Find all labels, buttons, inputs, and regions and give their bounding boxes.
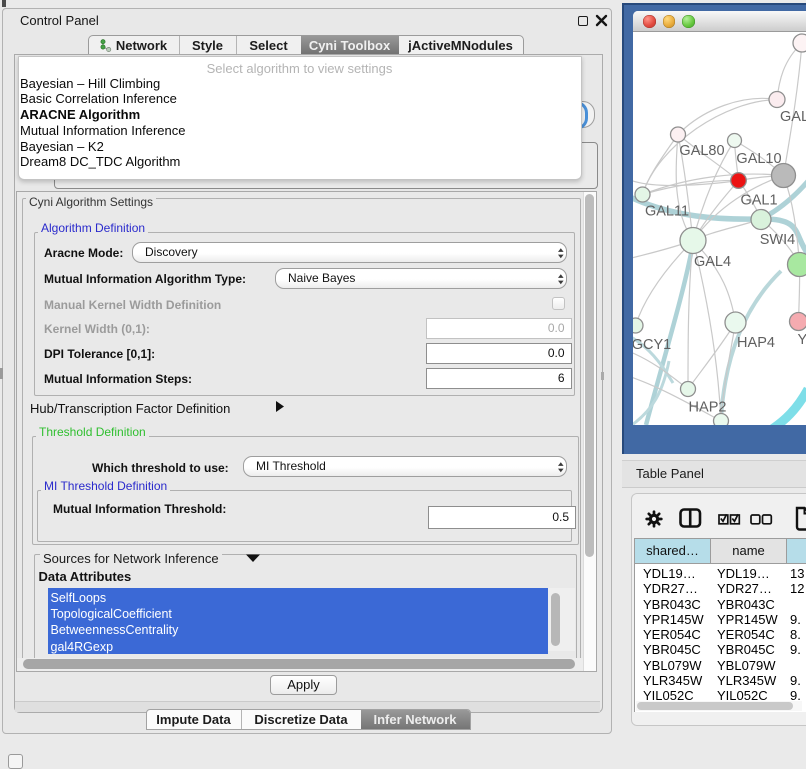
- svg-text:GCY1: GCY1: [633, 337, 671, 353]
- svg-text:GAL4: GAL4: [694, 254, 731, 270]
- svg-text:GAL80: GAL80: [679, 143, 724, 159]
- svg-text:GAL7: GAL7: [780, 109, 806, 125]
- svg-text:HAP2: HAP2: [689, 399, 727, 415]
- svg-text:GAL10: GAL10: [736, 151, 781, 167]
- svg-text:Y: Y: [798, 332, 806, 348]
- svg-text:GAL11: GAL11: [645, 203, 689, 219]
- svg-text:HAP4: HAP4: [737, 335, 775, 351]
- svg-text:SWI4: SWI4: [760, 232, 795, 248]
- svg-text:GAL1: GAL1: [740, 192, 777, 208]
